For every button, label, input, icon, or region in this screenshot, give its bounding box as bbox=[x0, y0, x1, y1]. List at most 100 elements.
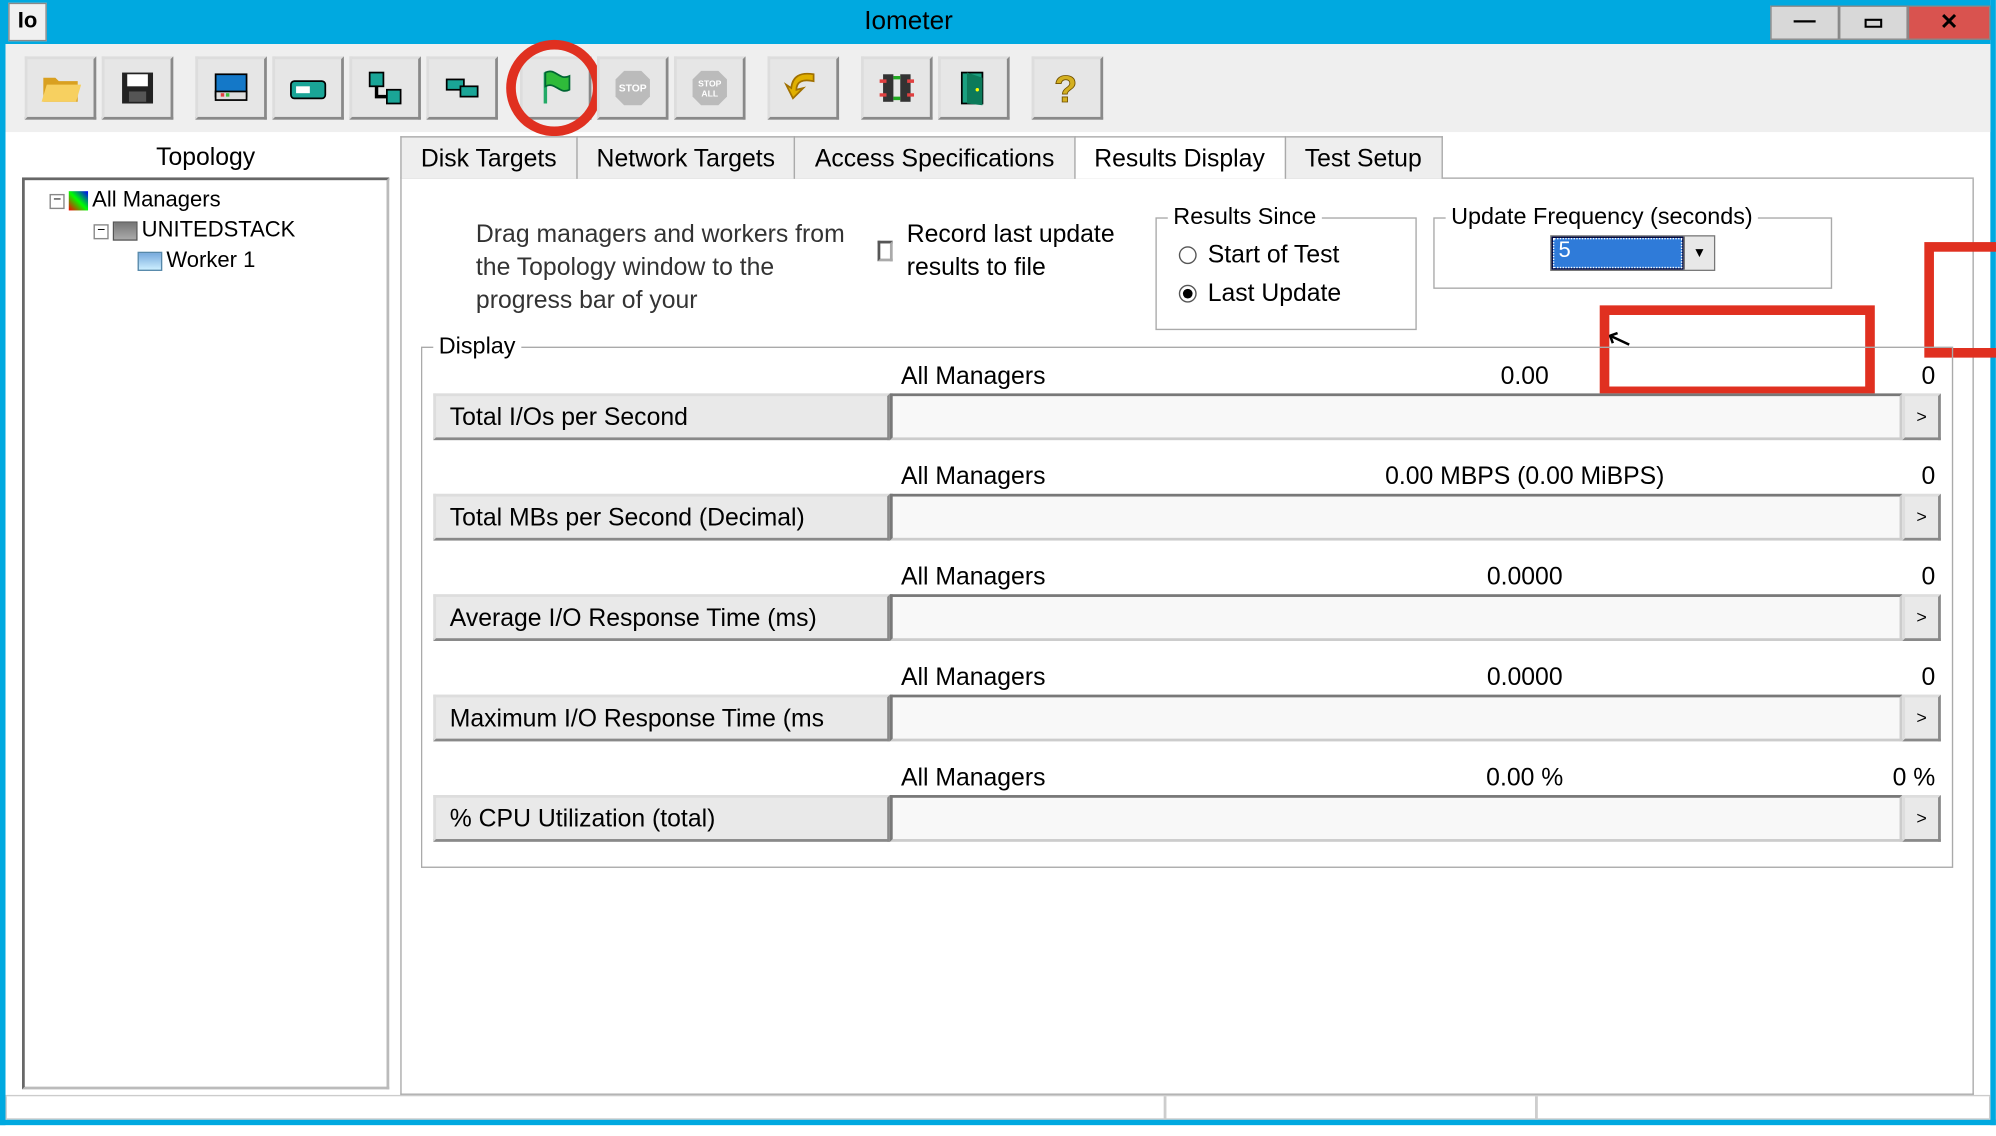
results-since-legend: Results Since bbox=[1168, 204, 1322, 232]
metric-progress-bar[interactable] bbox=[890, 695, 1902, 742]
toggle-icon bbox=[876, 67, 917, 108]
maximize-button[interactable]: ▭ bbox=[1839, 5, 1908, 39]
update-frequency-value[interactable]: 5 bbox=[1552, 237, 1684, 270]
metric-scope: All Managers bbox=[901, 362, 1238, 391]
stop-test-button[interactable]: STOP bbox=[597, 56, 669, 119]
tree-worker[interactable]: Worker 1 bbox=[138, 246, 381, 276]
metric-expand-button[interactable]: > bbox=[1902, 393, 1941, 440]
metric-max: 0 bbox=[1812, 663, 1936, 692]
expander-icon[interactable]: − bbox=[50, 193, 65, 208]
radio-start-label: Start of Test bbox=[1208, 235, 1340, 274]
toolbar: STOP STOPALL ? bbox=[6, 44, 1991, 132]
tab-access-specifications[interactable]: Access Specifications bbox=[794, 136, 1075, 179]
save-button[interactable] bbox=[102, 56, 174, 119]
disk-worker-icon bbox=[287, 67, 328, 108]
metric-value: 0.00 MBPS (0.00 MiBPS) bbox=[1238, 462, 1812, 491]
new-manager-button[interactable] bbox=[195, 56, 267, 119]
tree-root-label: All Managers bbox=[92, 186, 220, 216]
radio-last-label: Last Update bbox=[1208, 274, 1342, 313]
door-icon bbox=[953, 67, 994, 108]
close-button[interactable]: ✕ bbox=[1908, 5, 1991, 39]
reset-icon bbox=[783, 67, 824, 108]
metric-value: 0.00 bbox=[1238, 362, 1812, 391]
metric-expand-button[interactable]: > bbox=[1902, 695, 1941, 742]
metric-max: 0 bbox=[1812, 362, 1936, 391]
metric-scope: All Managers bbox=[901, 462, 1238, 491]
help-button[interactable]: ? bbox=[1032, 56, 1104, 119]
app-icon: Io bbox=[8, 3, 47, 42]
update-frequency-legend: Update Frequency (seconds) bbox=[1446, 204, 1759, 232]
metric-progress-bar[interactable] bbox=[890, 393, 1902, 440]
topology-tree[interactable]: − All Managers − UNITEDSTACK Worker 1 bbox=[22, 177, 389, 1089]
chevron-down-icon[interactable]: ▼ bbox=[1684, 237, 1714, 270]
tree-manager[interactable]: − UNITEDSTACK bbox=[94, 216, 381, 246]
disk-icon bbox=[138, 252, 163, 271]
metric-scope: All Managers bbox=[901, 563, 1238, 592]
tabs-area: Disk Targets Network Targets Access Spec… bbox=[395, 132, 1980, 1095]
status-bar bbox=[6, 1095, 1991, 1120]
metric-expand-button[interactable]: > bbox=[1902, 594, 1941, 641]
status-segment bbox=[1165, 1096, 1536, 1119]
metric-name-button[interactable]: Maximum I/O Response Time (ms bbox=[433, 695, 890, 742]
tree-worker-label: Worker 1 bbox=[166, 246, 255, 276]
radio-icon bbox=[1179, 284, 1197, 302]
metric-name-button[interactable]: % CPU Utilization (total) bbox=[433, 795, 890, 842]
radio-icon bbox=[1179, 246, 1197, 264]
start-test-button[interactable] bbox=[520, 56, 592, 119]
toggle-button[interactable] bbox=[861, 56, 933, 119]
app-window: Io Iometer — ▭ ✕ bbox=[0, 0, 1996, 1125]
open-button[interactable] bbox=[25, 56, 97, 119]
topology-title: Topology bbox=[22, 138, 389, 178]
metric-name-button[interactable]: Total I/Os per Second bbox=[433, 393, 890, 440]
save-icon bbox=[117, 67, 158, 108]
record-results-label: Record last update results to file bbox=[907, 217, 1139, 283]
stop-icon: STOP bbox=[612, 67, 653, 108]
flag-icon bbox=[535, 67, 576, 108]
update-frequency-combo[interactable]: 5 ▼ bbox=[1550, 235, 1715, 271]
radio-start-of-test[interactable]: Start of Test bbox=[1179, 235, 1394, 274]
metric-scope: All Managers bbox=[901, 663, 1238, 692]
svg-text:STOP: STOP bbox=[698, 78, 721, 88]
metric-name-button[interactable]: Average I/O Response Time (ms) bbox=[433, 594, 890, 641]
metric-value: 0.00 % bbox=[1238, 763, 1812, 792]
new-disk-worker-button[interactable] bbox=[272, 56, 344, 119]
minimize-button[interactable]: — bbox=[1770, 5, 1839, 39]
metric-progress-bar[interactable] bbox=[890, 494, 1902, 541]
metric-max: 0 bbox=[1812, 563, 1936, 592]
status-segment bbox=[6, 1096, 1166, 1119]
display-legend: Display bbox=[433, 333, 521, 361]
stop-all-icon: STOPALL bbox=[689, 67, 730, 108]
monitor-icon bbox=[210, 67, 251, 108]
titlebar[interactable]: Io Iometer — ▭ ✕ bbox=[6, 0, 1991, 44]
metric-scope: All Managers bbox=[901, 763, 1238, 792]
metric-progress-bar[interactable] bbox=[890, 594, 1902, 641]
metric-progress-bar[interactable] bbox=[890, 795, 1902, 842]
exit-button[interactable] bbox=[938, 56, 1010, 119]
radio-last-update[interactable]: Last Update bbox=[1179, 274, 1394, 313]
metric-max: 0 % bbox=[1812, 763, 1936, 792]
metric-name-button[interactable]: Total MBs per Second (Decimal) bbox=[433, 494, 890, 541]
net-worker-icon bbox=[365, 67, 406, 108]
computer-icon bbox=[113, 221, 138, 240]
metric-value: 0.0000 bbox=[1238, 663, 1812, 692]
topology-panel: Topology − All Managers − UNITEDSTACK Wo… bbox=[17, 132, 395, 1095]
metric-expand-button[interactable]: > bbox=[1902, 494, 1941, 541]
tab-results-display[interactable]: Results Display bbox=[1074, 136, 1286, 179]
reset-button[interactable] bbox=[768, 56, 840, 119]
tab-test-setup[interactable]: Test Setup bbox=[1284, 136, 1442, 179]
clone-worker-button[interactable] bbox=[426, 56, 498, 119]
metric-max: 0 bbox=[1812, 462, 1936, 491]
update-frequency-group: Update Frequency (seconds) 5 ▼ bbox=[1433, 217, 1832, 289]
metric-expand-button[interactable]: > bbox=[1902, 795, 1941, 842]
svg-text:STOP: STOP bbox=[619, 83, 647, 94]
tree-root[interactable]: − All Managers bbox=[50, 186, 381, 216]
open-folder-icon bbox=[40, 67, 81, 108]
expander-icon[interactable]: − bbox=[94, 224, 109, 239]
new-net-worker-button[interactable] bbox=[349, 56, 421, 119]
clone-icon bbox=[442, 67, 483, 108]
stop-all-button[interactable]: STOPALL bbox=[674, 56, 746, 119]
record-results-checkbox[interactable] bbox=[878, 240, 893, 261]
tree-manager-label: UNITEDSTACK bbox=[142, 216, 296, 246]
tab-disk-targets[interactable]: Disk Targets bbox=[400, 136, 577, 179]
tab-network-targets[interactable]: Network Targets bbox=[576, 136, 796, 179]
